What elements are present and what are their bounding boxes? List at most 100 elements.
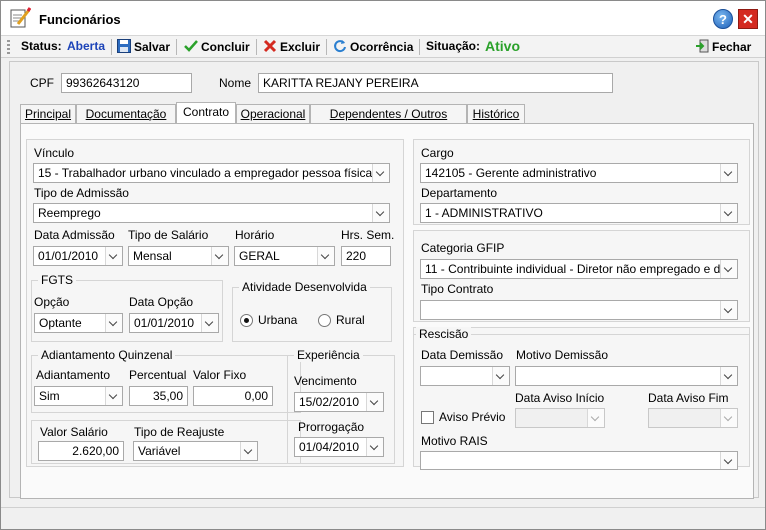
chevron-down-icon[interactable] <box>492 367 509 385</box>
chevron-down-icon[interactable] <box>720 452 737 469</box>
fgts-option-date-label: Data Opção <box>129 295 194 309</box>
cpf-label: CPF <box>30 76 54 90</box>
expiry-label: Vencimento <box>294 374 357 388</box>
expiry-date-picker[interactable]: 15/02/2010 <box>294 392 384 412</box>
role-select[interactable]: 142105 - Gerente administrativo <box>420 163 738 183</box>
salary-input[interactable]: 2.620,00 <box>38 441 124 461</box>
admission-date-picker[interactable]: 01/01/2010 <box>33 246 123 266</box>
experience-fieldset: Experiência Vencimento 15/02/2010 Prorro… <box>287 348 395 464</box>
extension-date-picker[interactable]: 01/04/2010 <box>294 437 384 457</box>
advance-select[interactable]: Sim <box>34 386 123 406</box>
adjust-type-select[interactable]: Variável <box>133 441 258 461</box>
refresh-icon <box>334 40 346 53</box>
notice-start-date-picker[interactable] <box>515 408 605 428</box>
rescission-title: Rescisão <box>416 327 472 341</box>
schedule-select[interactable]: GERAL <box>234 246 335 266</box>
occurrence-button[interactable]: Ocorrência <box>333 39 413 54</box>
chevron-down-icon[interactable] <box>587 409 604 427</box>
role-value: 142105 - Gerente administrativo <box>425 166 597 180</box>
chevron-down-icon[interactable] <box>720 260 737 278</box>
dismissal-date-picker[interactable] <box>420 366 510 386</box>
red-x-icon <box>263 39 277 53</box>
contract-left-group: Vínculo 15 - Trabalhador urbano vinculad… <box>26 139 404 467</box>
name-input[interactable]: KARITTA REJANY PEREIRA <box>258 73 613 93</box>
percent-input[interactable]: 35,00 <box>129 386 188 406</box>
chevron-down-icon[interactable] <box>201 314 218 332</box>
fgts-option-select[interactable]: Optante <box>34 313 123 333</box>
status-value: Aberta <box>67 39 106 53</box>
tab-principal[interactable]: Principal <box>20 104 76 123</box>
rais-select[interactable] <box>420 451 738 470</box>
rural-radio-label: Rural <box>336 313 365 327</box>
save-button[interactable]: Salvar <box>117 39 170 54</box>
activity-fieldset: Atividade Desenvolvida Urbana Rural <box>232 280 392 342</box>
chevron-down-icon[interactable] <box>366 438 383 456</box>
close-icon[interactable]: ✕ <box>738 9 758 29</box>
chevron-down-icon[interactable] <box>720 409 737 427</box>
fixed-value-input[interactable]: 0,00 <box>193 386 273 406</box>
chevron-down-icon[interactable] <box>105 314 122 332</box>
chevron-down-icon[interactable] <box>720 301 737 319</box>
salary-fieldset: Valor Salário 2.620,00 Tipo de Reajuste … <box>31 420 301 464</box>
tab-operacional[interactable]: Operacional <box>236 104 310 123</box>
fgts-fieldset: FGTS Opção Optante Data Opção 01/01/2010 <box>31 273 223 342</box>
chevron-down-icon[interactable] <box>720 164 737 182</box>
vinculo-select[interactable]: 15 - Trabalhador urbano vinculado a empr… <box>33 163 390 183</box>
gfip-label: Categoria GFIP <box>421 241 505 255</box>
situation-label: Situação: <box>426 39 481 53</box>
fgts-option-date-value: 01/01/2010 <box>134 316 195 330</box>
chevron-down-icon[interactable] <box>366 393 383 411</box>
gfip-value: 11 - Contribuinte individual - Diretor n… <box>425 262 737 276</box>
help-icon[interactable]: ? <box>713 9 733 29</box>
chevron-down-icon[interactable] <box>240 442 257 460</box>
tab-contrato[interactable]: Contrato <box>176 102 236 124</box>
close-form-button[interactable]: Fechar <box>695 39 751 54</box>
window-title: Funcionários <box>39 12 121 27</box>
salary-type-value: Mensal <box>133 249 172 263</box>
chevron-down-icon[interactable] <box>372 204 389 222</box>
chevron-down-icon[interactable] <box>720 204 737 222</box>
advance-fieldset: Adiantamento Quinzenal Adiantamento Sim … <box>31 348 301 413</box>
rural-radio[interactable] <box>318 314 331 327</box>
tab-dependentes[interactable]: Dependentes / Outros Dados <box>310 104 467 135</box>
weekly-hours-label: Hrs. Sem. <box>341 228 395 242</box>
fgts-option-value: Optante <box>39 316 82 330</box>
toolbar: Status: Aberta Salvar Concluir Excluir O… <box>1 36 765 58</box>
department-select[interactable]: 1 - ADMINISTRATIVO <box>420 203 738 223</box>
chevron-down-icon[interactable] <box>720 367 737 385</box>
weekly-hours-input[interactable]: 220 <box>341 246 391 266</box>
admission-type-select[interactable]: Reemprego <box>33 203 390 223</box>
chevron-down-icon[interactable] <box>211 247 228 265</box>
chevron-down-icon[interactable] <box>317 247 334 265</box>
chevron-down-icon[interactable] <box>105 247 122 265</box>
conclude-button-label: Concluir <box>201 40 250 54</box>
salary-type-select[interactable]: Mensal <box>128 246 229 266</box>
vinculo-value: 15 - Trabalhador urbano vinculado a empr… <box>38 166 389 180</box>
conclude-button[interactable]: Concluir <box>184 39 250 54</box>
fgts-option-date-picker[interactable]: 01/01/2010 <box>129 313 219 333</box>
chevron-down-icon[interactable] <box>105 387 122 405</box>
urban-radio[interactable] <box>240 314 253 327</box>
salary-type-label: Tipo de Salário <box>128 228 209 242</box>
toolbar-separator <box>326 39 327 55</box>
notice-checkbox[interactable] <box>421 411 434 424</box>
contract-type-select[interactable] <box>420 300 738 320</box>
chevron-down-icon[interactable] <box>372 164 389 182</box>
toolbar-separator <box>176 39 177 55</box>
schedule-value: GERAL <box>239 249 280 263</box>
cpf-input[interactable]: 99362643120 <box>61 73 192 93</box>
dismissal-reason-select[interactable] <box>515 366 738 386</box>
role-label: Cargo <box>421 146 454 160</box>
notice-start-label: Data Aviso Início <box>515 391 605 405</box>
notice-end-date-picker[interactable] <box>648 408 738 428</box>
rais-label: Motivo RAIS <box>421 434 488 448</box>
name-label: Nome <box>219 76 252 90</box>
gfip-select[interactable]: 11 - Contribuinte individual - Diretor n… <box>420 259 738 279</box>
tab-documentacao[interactable]: Documentação <box>76 104 176 123</box>
fixed-value-label: Valor Fixo <box>193 368 247 382</box>
delete-button[interactable]: Excluir <box>263 39 320 54</box>
activity-title: Atividade Desenvolvida <box>239 280 370 294</box>
contract-type-label: Tipo Contrato <box>421 282 494 296</box>
tab-historico[interactable]: Histórico <box>467 104 525 123</box>
role-group: Cargo 142105 - Gerente administrativo De… <box>413 139 750 225</box>
